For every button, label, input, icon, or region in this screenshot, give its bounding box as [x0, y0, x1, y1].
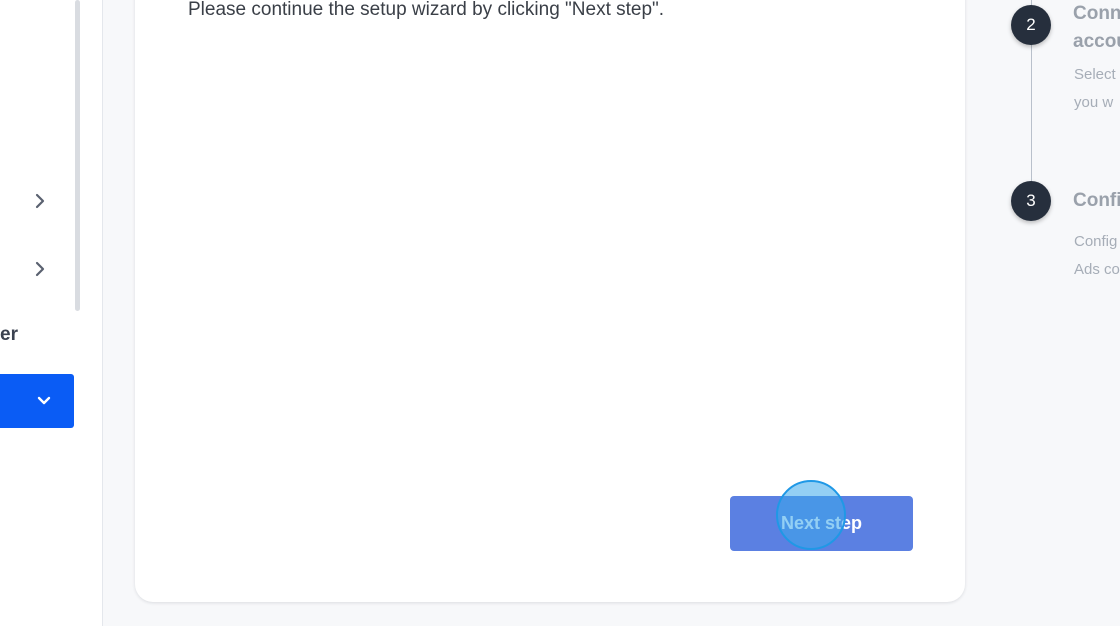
- sidebar-dropdown[interactable]: [0, 374, 74, 428]
- step-2-description-line-2: you w: [1074, 94, 1114, 111]
- step-3-description-line-2: Ads co: [1074, 261, 1120, 278]
- sidebar-expand-chevron-2[interactable]: [28, 257, 52, 281]
- step-3-title: Confi: [1073, 190, 1120, 211]
- sidebar-expand-chevron-1[interactable]: [28, 189, 52, 213]
- next-step-button[interactable]: Next step: [730, 496, 913, 551]
- step-2-title-line-1: Conn: [1073, 3, 1120, 24]
- sidebar-section-label: er: [0, 324, 18, 345]
- chevron-right-icon: [35, 193, 45, 209]
- step-2-number-badge: 2: [1011, 5, 1051, 45]
- step-2-title-line-2: accou: [1073, 31, 1120, 52]
- chevron-right-icon: [35, 261, 45, 277]
- sidebar: er: [0, 0, 103, 626]
- sidebar-scrollbar[interactable]: [75, 0, 80, 311]
- step-3-description-line-1: Config: [1074, 233, 1118, 250]
- step-2-description-line-1: Select: [1074, 66, 1116, 83]
- chevron-down-icon: [37, 396, 51, 405]
- wizard-instruction-text: Please continue the setup wizard by clic…: [188, 0, 665, 20]
- step-3-number-badge: 3: [1011, 181, 1051, 221]
- wizard-card: Please continue the setup wizard by clic…: [135, 0, 965, 602]
